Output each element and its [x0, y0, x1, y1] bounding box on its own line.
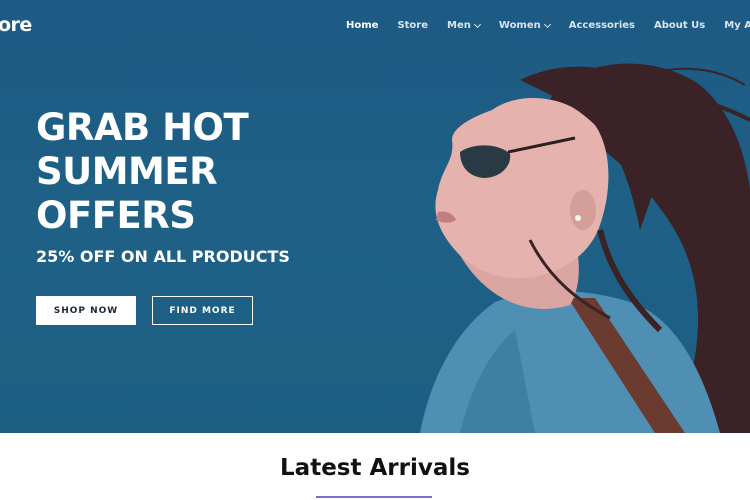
- nav-label: About Us: [654, 20, 706, 31]
- nav-label: Home: [346, 20, 379, 31]
- main-nav: Home Store Men Women Accessories About U…: [346, 20, 750, 31]
- hero-photo: [420, 63, 750, 433]
- site-logo[interactable]: ore: [0, 14, 32, 36]
- nav-item-store[interactable]: Store: [397, 20, 428, 31]
- headline-line: GRAB HOT: [36, 106, 249, 149]
- hero-banner: ore Home Store Men Women Accessories Abo…: [0, 0, 750, 433]
- nav-item-accessories[interactable]: Accessories: [569, 20, 635, 31]
- hero-headline: GRAB HOT SUMMER OFFERS: [36, 106, 249, 238]
- chevron-down-icon: [543, 20, 551, 28]
- nav-item-men[interactable]: Men: [447, 20, 481, 31]
- hero-subheading: 25% OFF ON ALL PRODUCTS: [36, 247, 290, 266]
- nav-item-about-us[interactable]: About Us: [654, 20, 705, 31]
- section-title: Latest Arrivals: [280, 455, 470, 481]
- find-more-button[interactable]: FIND MORE: [152, 296, 253, 325]
- nav-label: Men: [447, 20, 471, 31]
- nav-item-my-account[interactable]: My Account: [724, 20, 750, 31]
- nav-label: Store: [397, 20, 429, 31]
- headline-line: OFFERS: [36, 194, 196, 237]
- shop-now-button[interactable]: SHOP NOW: [36, 296, 136, 325]
- headline-line: SUMMER: [36, 150, 218, 193]
- nav-label: Accessories: [568, 20, 636, 31]
- nav-label: Women: [498, 20, 541, 31]
- chevron-down-icon: [473, 20, 481, 28]
- title-underline: [316, 496, 432, 498]
- nav-label: My Account: [724, 20, 750, 31]
- nav-item-women[interactable]: Women: [498, 20, 551, 31]
- nav-item-home[interactable]: Home: [346, 20, 378, 31]
